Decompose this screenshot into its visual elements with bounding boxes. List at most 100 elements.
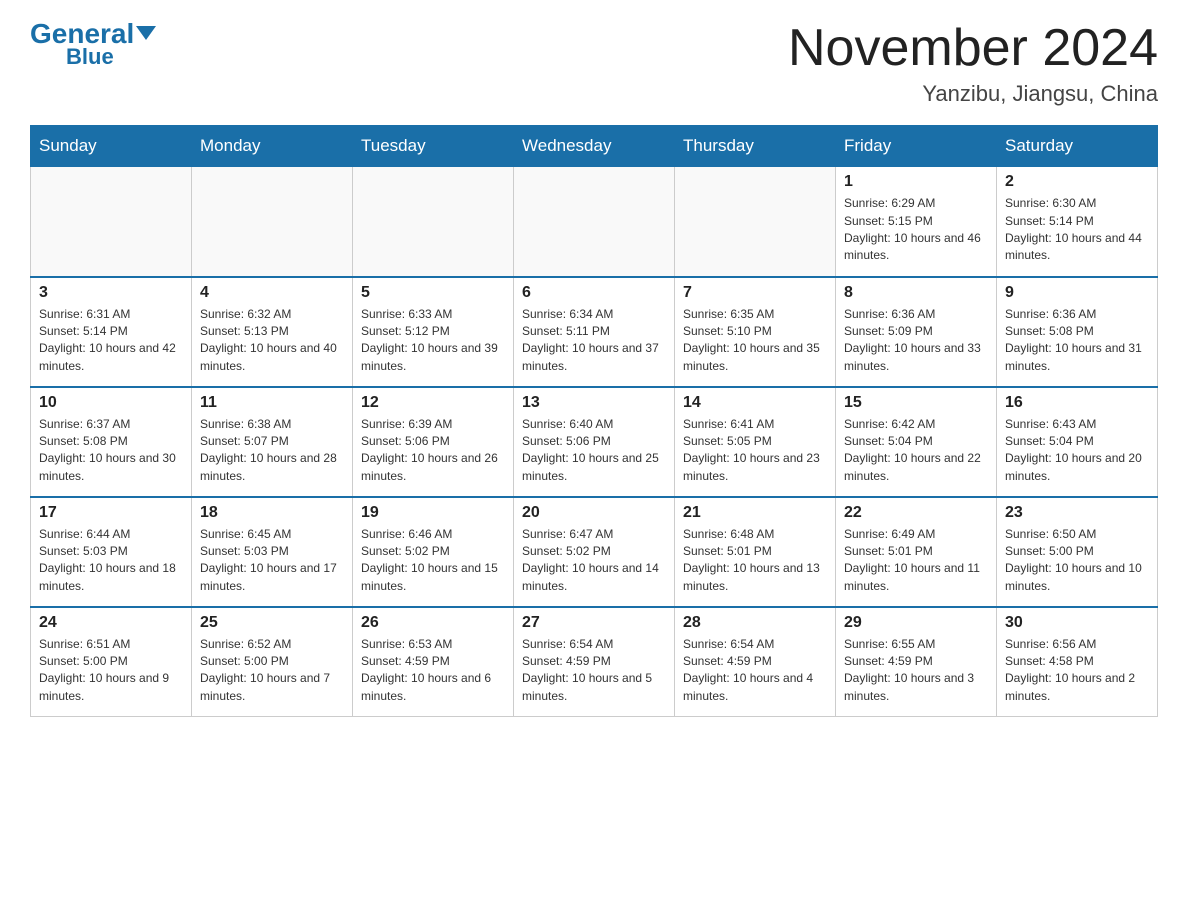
day-info: Sunrise: 6:47 AM Sunset: 5:02 PM Dayligh… [522, 526, 666, 596]
day-number: 6 [522, 284, 666, 302]
day-number: 3 [39, 284, 183, 302]
calendar-cell: 30 Sunrise: 6:56 AM Sunset: 4:58 PM Dayli… [997, 607, 1158, 717]
day-info: Sunrise: 6:35 AM Sunset: 5:10 PM Dayligh… [683, 306, 827, 376]
calendar: SundayMondayTuesdayWednesdayThursdayFrid… [30, 125, 1158, 717]
day-info: Sunrise: 6:30 AM Sunset: 5:14 PM Dayligh… [1005, 195, 1149, 265]
day-number: 2 [1005, 173, 1149, 191]
week-row-4: 17 Sunrise: 6:44 AM Sunset: 5:03 PM Dayli… [31, 497, 1158, 607]
day-number: 30 [1005, 614, 1149, 632]
day-info: Sunrise: 6:39 AM Sunset: 5:06 PM Dayligh… [361, 416, 505, 486]
calendar-cell: 26 Sunrise: 6:53 AM Sunset: 4:59 PM Dayli… [353, 607, 514, 717]
week-row-5: 24Sunrise: 6:51 AM Sunset: 5:00 PM Dayli… [31, 607, 1158, 717]
day-info: Sunrise: 6:38 AM Sunset: 5:07 PM Dayligh… [200, 416, 344, 486]
day-number: 10 [39, 394, 183, 412]
day-number: 11 [200, 394, 344, 412]
day-info: Sunrise: 6:45 AM Sunset: 5:03 PM Dayligh… [200, 526, 344, 596]
calendar-cell [192, 167, 353, 277]
day-info: Sunrise: 6:36 AM Sunset: 5:09 PM Dayligh… [844, 306, 988, 376]
day-number: 22 [844, 504, 988, 522]
calendar-cell: 11 Sunrise: 6:38 AM Sunset: 5:07 PM Dayli… [192, 387, 353, 497]
day-number: 15 [844, 394, 988, 412]
weekday-header-wednesday: Wednesday [514, 126, 675, 167]
day-info: Sunrise: 6:52 AM Sunset: 5:00 PM Dayligh… [200, 636, 344, 706]
day-info: Sunrise: 6:53 AM Sunset: 4:59 PM Dayligh… [361, 636, 505, 706]
day-number: 14 [683, 394, 827, 412]
main-title: November 2024 [788, 20, 1158, 77]
day-info: Sunrise: 6:33 AM Sunset: 5:12 PM Dayligh… [361, 306, 505, 376]
day-number: 12 [361, 394, 505, 412]
day-info: Sunrise: 6:49 AM Sunset: 5:01 PM Dayligh… [844, 526, 988, 596]
day-info: Sunrise: 6:32 AM Sunset: 5:13 PM Dayligh… [200, 306, 344, 376]
calendar-cell: 5Sunrise: 6:33 AM Sunset: 5:12 PM Daylig… [353, 277, 514, 387]
calendar-cell: 25 Sunrise: 6:52 AM Sunset: 5:00 PM Dayli… [192, 607, 353, 717]
calendar-cell: 27Sunrise: 6:54 AM Sunset: 4:59 PM Dayli… [514, 607, 675, 717]
calendar-cell: 23 Sunrise: 6:50 AM Sunset: 5:00 PM Dayli… [997, 497, 1158, 607]
calendar-cell: 16 Sunrise: 6:43 AM Sunset: 5:04 PM Dayli… [997, 387, 1158, 497]
weekday-header-monday: Monday [192, 126, 353, 167]
day-info: Sunrise: 6:46 AM Sunset: 5:02 PM Dayligh… [361, 526, 505, 596]
week-row-3: 10 Sunrise: 6:37 AM Sunset: 5:08 PM Dayli… [31, 387, 1158, 497]
calendar-cell [353, 167, 514, 277]
calendar-cell: 20 Sunrise: 6:47 AM Sunset: 5:02 PM Dayli… [514, 497, 675, 607]
day-info: Sunrise: 6:31 AM Sunset: 5:14 PM Dayligh… [39, 306, 183, 376]
day-info: Sunrise: 6:40 AM Sunset: 5:06 PM Dayligh… [522, 416, 666, 486]
day-info: Sunrise: 6:29 AM Sunset: 5:15 PM Dayligh… [844, 195, 988, 265]
day-number: 17 [39, 504, 183, 522]
day-info: Sunrise: 6:48 AM Sunset: 5:01 PM Dayligh… [683, 526, 827, 596]
calendar-cell: 3 Sunrise: 6:31 AM Sunset: 5:14 PM Daylig… [31, 277, 192, 387]
day-number: 25 [200, 614, 344, 632]
calendar-cell: 12 Sunrise: 6:39 AM Sunset: 5:06 PM Dayli… [353, 387, 514, 497]
weekday-header-sunday: Sunday [31, 126, 192, 167]
day-number: 24 [39, 614, 183, 632]
calendar-cell: 18 Sunrise: 6:45 AM Sunset: 5:03 PM Dayli… [192, 497, 353, 607]
calendar-cell: 14 Sunrise: 6:41 AM Sunset: 5:05 PM Dayli… [675, 387, 836, 497]
calendar-cell: 1 Sunrise: 6:29 AM Sunset: 5:15 PM Daylig… [836, 167, 997, 277]
day-number: 8 [844, 284, 988, 302]
calendar-cell: 10 Sunrise: 6:37 AM Sunset: 5:08 PM Dayli… [31, 387, 192, 497]
day-info: Sunrise: 6:42 AM Sunset: 5:04 PM Dayligh… [844, 416, 988, 486]
calendar-cell [675, 167, 836, 277]
day-number: 7 [683, 284, 827, 302]
day-number: 21 [683, 504, 827, 522]
weekday-header-friday: Friday [836, 126, 997, 167]
day-info: Sunrise: 6:36 AM Sunset: 5:08 PM Dayligh… [1005, 306, 1149, 376]
weekday-header-saturday: Saturday [997, 126, 1158, 167]
logo: General Blue [30, 20, 156, 70]
day-number: 13 [522, 394, 666, 412]
title-area: November 2024 Yanzibu, Jiangsu, China [788, 20, 1158, 107]
calendar-cell: 15 Sunrise: 6:42 AM Sunset: 5:04 PM Dayli… [836, 387, 997, 497]
calendar-cell: 8 Sunrise: 6:36 AM Sunset: 5:09 PM Daylig… [836, 277, 997, 387]
calendar-cell: 19Sunrise: 6:46 AM Sunset: 5:02 PM Dayli… [353, 497, 514, 607]
day-number: 16 [1005, 394, 1149, 412]
day-info: Sunrise: 6:41 AM Sunset: 5:05 PM Dayligh… [683, 416, 827, 486]
calendar-cell: 21 Sunrise: 6:48 AM Sunset: 5:01 PM Dayli… [675, 497, 836, 607]
day-number: 26 [361, 614, 505, 632]
calendar-cell: 2 Sunrise: 6:30 AM Sunset: 5:14 PM Daylig… [997, 167, 1158, 277]
header: General Blue November 2024 Yanzibu, Jian… [30, 20, 1158, 107]
day-number: 9 [1005, 284, 1149, 302]
calendar-cell: 6Sunrise: 6:34 AM Sunset: 5:11 PM Daylig… [514, 277, 675, 387]
weekday-header-tuesday: Tuesday [353, 126, 514, 167]
calendar-cell: 29Sunrise: 6:55 AM Sunset: 4:59 PM Dayli… [836, 607, 997, 717]
calendar-cell: 7 Sunrise: 6:35 AM Sunset: 5:10 PM Daylig… [675, 277, 836, 387]
day-number: 18 [200, 504, 344, 522]
day-info: Sunrise: 6:44 AM Sunset: 5:03 PM Dayligh… [39, 526, 183, 596]
calendar-cell: 24Sunrise: 6:51 AM Sunset: 5:00 PM Dayli… [31, 607, 192, 717]
day-number: 20 [522, 504, 666, 522]
calendar-cell: 4Sunrise: 6:32 AM Sunset: 5:13 PM Daylig… [192, 277, 353, 387]
day-info: Sunrise: 6:56 AM Sunset: 4:58 PM Dayligh… [1005, 636, 1149, 706]
weekday-header-thursday: Thursday [675, 126, 836, 167]
calendar-cell: 17 Sunrise: 6:44 AM Sunset: 5:03 PM Dayli… [31, 497, 192, 607]
day-number: 1 [844, 173, 988, 191]
day-info: Sunrise: 6:43 AM Sunset: 5:04 PM Dayligh… [1005, 416, 1149, 486]
calendar-cell [31, 167, 192, 277]
day-number: 23 [1005, 504, 1149, 522]
subtitle: Yanzibu, Jiangsu, China [788, 81, 1158, 107]
weekday-header-row: SundayMondayTuesdayWednesdayThursdayFrid… [31, 126, 1158, 167]
calendar-cell: 22 Sunrise: 6:49 AM Sunset: 5:01 PM Dayli… [836, 497, 997, 607]
day-info: Sunrise: 6:37 AM Sunset: 5:08 PM Dayligh… [39, 416, 183, 486]
day-number: 28 [683, 614, 827, 632]
day-info: Sunrise: 6:55 AM Sunset: 4:59 PM Dayligh… [844, 636, 988, 706]
week-row-1: 1 Sunrise: 6:29 AM Sunset: 5:15 PM Daylig… [31, 167, 1158, 277]
day-info: Sunrise: 6:50 AM Sunset: 5:00 PM Dayligh… [1005, 526, 1149, 596]
